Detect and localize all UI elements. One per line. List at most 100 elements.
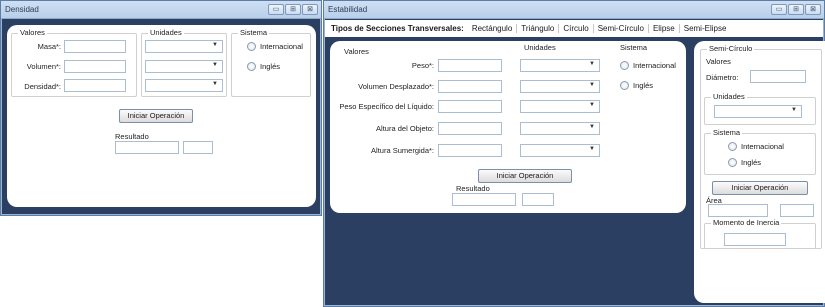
sistema-label: Sistema — [238, 28, 270, 37]
resultado-unit — [522, 193, 554, 206]
peso-especifico-units-select[interactable]: ▼ — [520, 100, 600, 113]
estabilidad-panel: Valores Peso*: Volumen Desplazado*: Peso… — [330, 41, 686, 213]
semi-sistema-label: Sistema — [711, 128, 743, 137]
resultado-label: Resultado — [115, 132, 149, 141]
diametro-label: Diámetro: — [706, 73, 739, 82]
chevron-down-icon: ▼ — [212, 42, 218, 48]
minimize-button[interactable]: ▭ — [771, 4, 787, 15]
diametro-units-select[interactable]: ▼ — [714, 105, 802, 118]
chevron-down-icon: ▼ — [589, 102, 595, 108]
semi-unidades-label: Unidades — [711, 92, 747, 101]
area-value — [708, 204, 768, 217]
resultado-value — [115, 141, 179, 154]
chevron-down-icon: ▼ — [589, 82, 595, 88]
iniciar-operacion-button[interactable]: Iniciar Operación — [478, 169, 572, 183]
peso-input[interactable] — [438, 59, 502, 72]
menu-item-rectangulo[interactable]: Rectángulo — [468, 24, 516, 33]
masa-label: Masa*: — [37, 42, 61, 51]
estabilidad-titlebar: Estabilidad ▭ ⊞ ⊠ — [324, 1, 824, 19]
radio-internacional[interactable]: Internacional — [247, 42, 303, 51]
chevron-down-icon: ▼ — [589, 146, 595, 152]
peso-especifico-input[interactable] — [438, 100, 502, 113]
radio-ingles[interactable]: Inglés — [247, 62, 280, 71]
radio-label: Internacional — [260, 42, 303, 51]
peso-especifico-label: Peso Específico del Líquido: — [339, 102, 434, 111]
unidades-label: Unidades — [148, 28, 184, 37]
volumen-units-select[interactable]: ▼ — [520, 80, 600, 93]
menu-item-circulo[interactable]: Círculo — [558, 24, 592, 33]
chevron-down-icon: ▼ — [589, 61, 595, 67]
momento-label: Momento de Inercia — [711, 218, 782, 227]
radio-circle-icon — [620, 81, 629, 90]
radio-label: Internacional — [633, 61, 676, 70]
radio-label: Inglés — [633, 81, 654, 90]
volumen-desplazado-label: Volumen Desplazado*: — [358, 82, 434, 91]
radio-label: Internacional — [741, 142, 784, 151]
densidad-titlebar: Densidad ▭ ⊞ ⊠ — [1, 1, 321, 19]
semi-circulo-label: Semi-Círculo — [707, 44, 755, 53]
radio-circle-icon — [728, 158, 737, 167]
semi-iniciar-operacion-button[interactable]: Iniciar Operación — [712, 181, 808, 195]
resultado-unit — [183, 141, 213, 154]
diametro-input[interactable] — [750, 70, 806, 83]
chevron-down-icon: ▼ — [212, 81, 218, 87]
radio-label: Inglés — [260, 62, 281, 71]
iniciar-operacion-button[interactable]: Iniciar Operación — [119, 109, 193, 123]
close-button[interactable]: ⊠ — [805, 4, 821, 15]
radio-label: Inglés — [741, 158, 762, 167]
volumen-desplazado-input[interactable] — [438, 80, 502, 93]
densidad-input[interactable] — [64, 79, 126, 92]
semi-sistema-group: Sistema — [704, 128, 816, 175]
volumen-units-select[interactable]: ▼ — [145, 60, 223, 73]
radio-circle-icon — [620, 61, 629, 70]
menu-item-semi-elipse[interactable]: Semi-Elipse — [678, 24, 731, 33]
resultado-label: Resultado — [456, 184, 490, 193]
altura-sumergida-units-select[interactable]: ▼ — [520, 144, 600, 157]
peso-label: Peso*: — [411, 61, 434, 70]
maximize-button[interactable]: ⊞ — [285, 4, 301, 15]
altura-sumergida-label: Altura Sumergida*: — [371, 146, 434, 155]
semi-valores-label: Valores — [704, 57, 733, 66]
window-title: Estabilidad — [328, 5, 368, 14]
sistema-label: Sistema — [618, 43, 650, 52]
valores-label: Valores — [342, 47, 371, 56]
momento-value — [724, 233, 786, 246]
densidad-units-select[interactable]: ▼ — [145, 79, 223, 92]
radio-circle-icon — [247, 62, 256, 71]
area-unit — [780, 204, 814, 217]
window-title: Densidad — [5, 5, 39, 14]
densidad-label: Densidad*: — [24, 82, 61, 91]
densidad-panel: Valores Masa*: Volumen*: Densidad*: Unid… — [7, 25, 316, 207]
menu-item-elipse[interactable]: Elipse — [647, 24, 679, 33]
radio-circle-icon — [728, 142, 737, 151]
menu-item-semi-circulo[interactable]: Semi-Círculo — [592, 24, 648, 33]
altura-objeto-units-select[interactable]: ▼ — [520, 122, 600, 135]
radio-ingles[interactable]: Inglés — [728, 158, 761, 167]
volumen-input[interactable] — [64, 60, 126, 73]
estabilidad-window: Estabilidad ▭ ⊞ ⊠ Tipos de Secciones Tra… — [323, 0, 825, 307]
valores-label: Valores — [18, 28, 47, 37]
altura-objeto-label: Altura del Objeto: — [376, 124, 434, 133]
volumen-label: Volumen*: — [26, 62, 61, 71]
radio-ingles[interactable]: Inglés — [620, 81, 653, 90]
masa-input[interactable] — [64, 40, 126, 53]
close-button[interactable]: ⊠ — [302, 4, 318, 15]
sections-menubar: Tipos de Secciones Transversales: Rectán… — [325, 20, 823, 37]
radio-internacional[interactable]: Internacional — [728, 142, 784, 151]
masa-units-select[interactable]: ▼ — [145, 40, 223, 53]
peso-units-select[interactable]: ▼ — [520, 59, 600, 72]
menu-title: Tipos de Secciones Transversales: — [331, 24, 464, 33]
densidad-window: Densidad ▭ ⊞ ⊠ Valores Masa*: Volumen*: … — [0, 0, 322, 216]
menu-item-triangulo[interactable]: Triángulo — [516, 24, 558, 33]
minimize-button[interactable]: ▭ — [268, 4, 284, 15]
chevron-down-icon: ▼ — [212, 62, 218, 68]
chevron-down-icon: ▼ — [589, 124, 595, 130]
unidades-label: Unidades — [522, 43, 558, 52]
chevron-down-icon: ▼ — [791, 107, 797, 113]
radio-internacional[interactable]: Internacional — [620, 61, 676, 70]
altura-sumergida-input[interactable] — [438, 144, 502, 157]
maximize-button[interactable]: ⊞ — [788, 4, 804, 15]
resultado-value — [452, 193, 516, 206]
radio-circle-icon — [247, 42, 256, 51]
altura-objeto-input[interactable] — [438, 122, 502, 135]
